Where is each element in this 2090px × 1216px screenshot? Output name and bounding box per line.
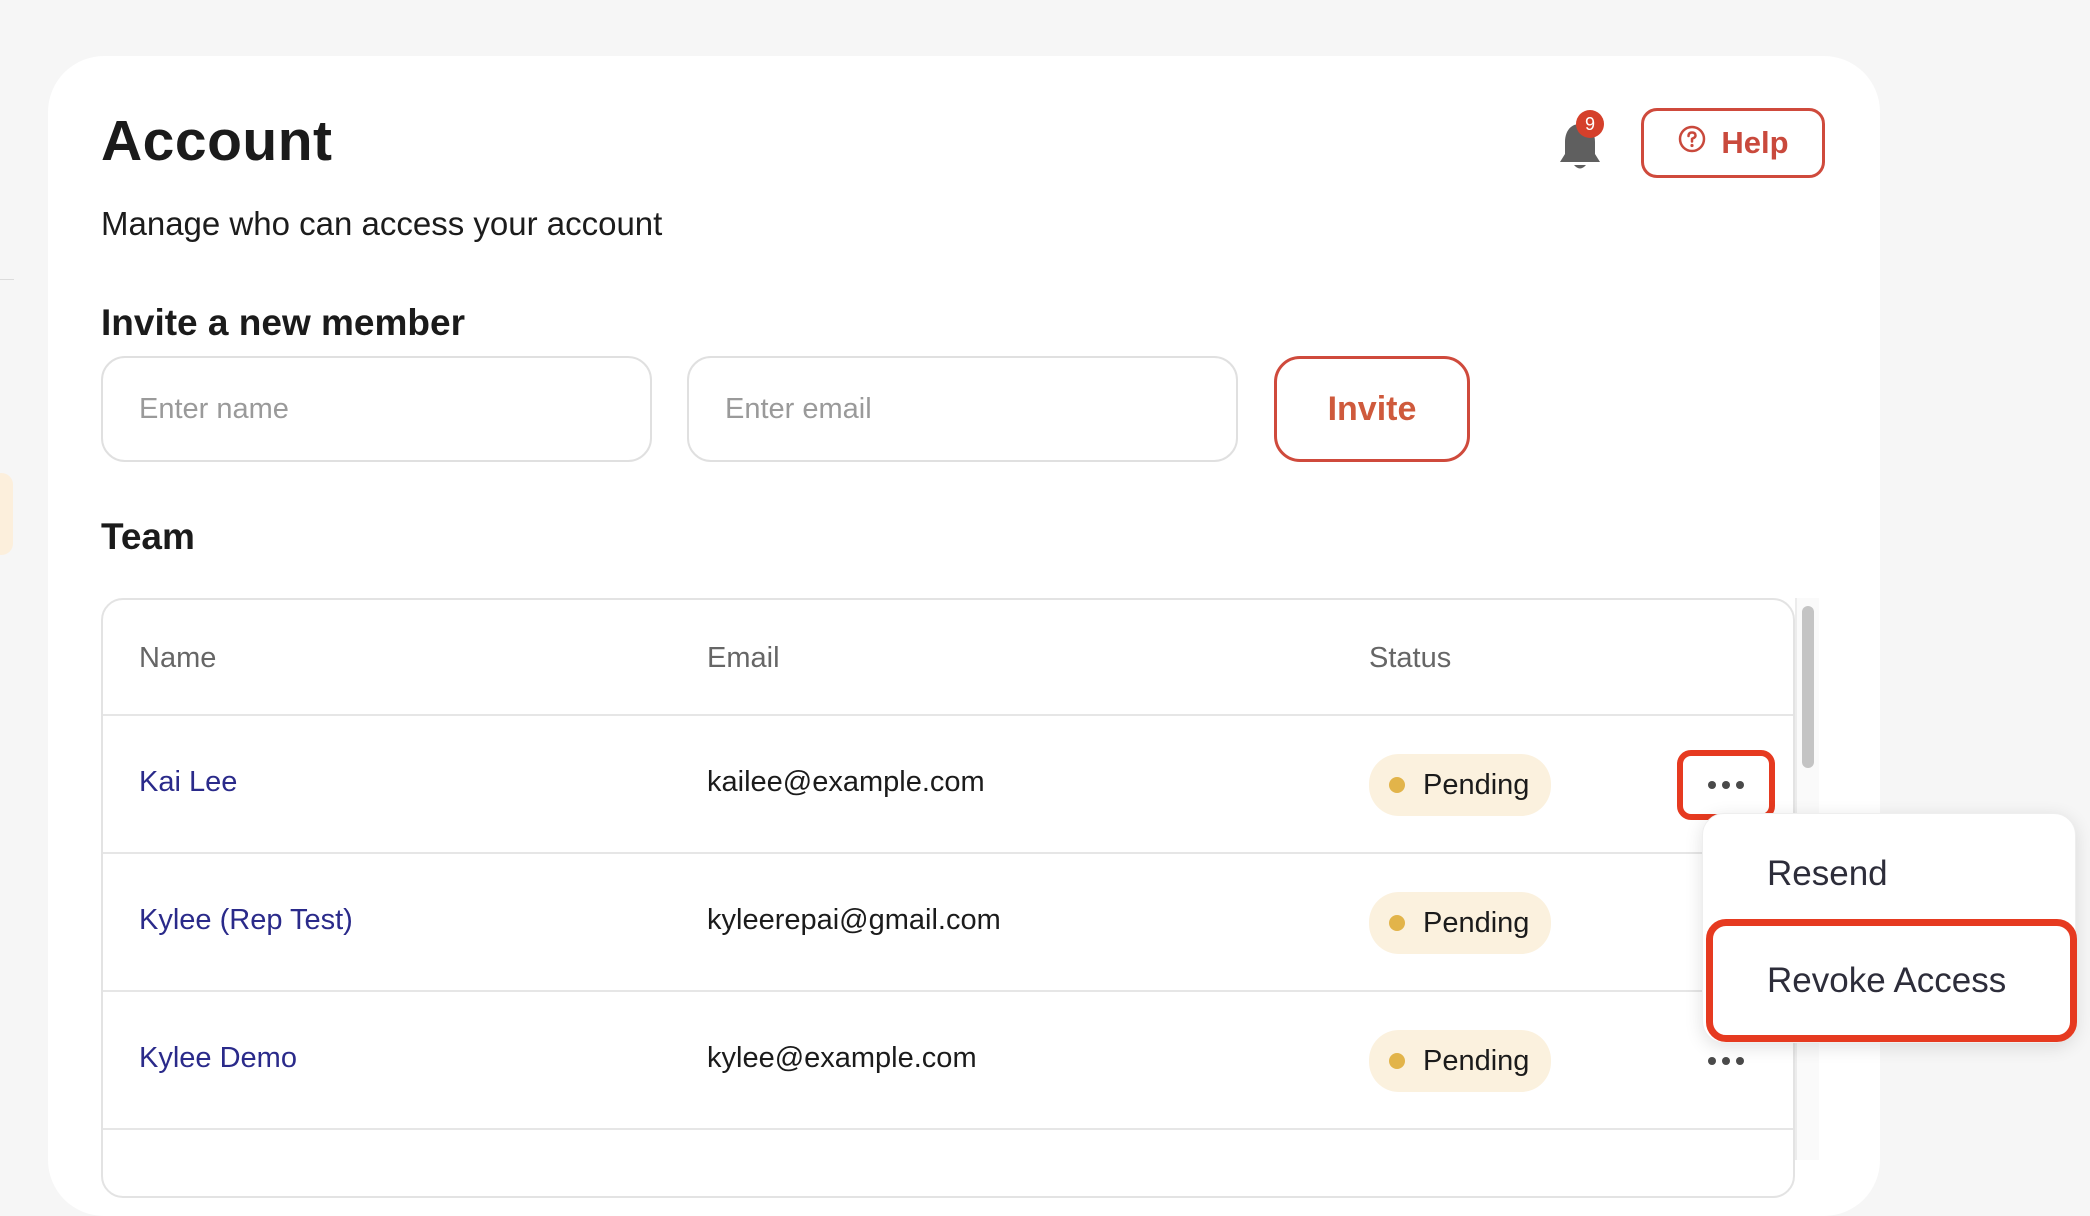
member-name-link[interactable]: Kylee (Rep Test) <box>139 904 353 937</box>
menu-item-resend[interactable]: Resend <box>1703 854 2075 894</box>
status-badge: Pending <box>1369 892 1551 954</box>
status-badge: Pending <box>1369 754 1551 816</box>
team-section-title: Team <box>101 516 195 557</box>
column-header-email: Email <box>707 642 780 674</box>
table-header: Name Email Status <box>103 600 1793 716</box>
member-name-link[interactable]: Kai Lee <box>139 766 237 799</box>
sidebar-active-indicator <box>0 473 13 555</box>
question-circle-icon <box>1677 124 1707 162</box>
column-header-status: Status <box>1369 642 1452 674</box>
member-name-link[interactable]: Kylee Demo <box>139 1042 297 1075</box>
invite-section-title: Invite a new member <box>101 302 465 343</box>
name-input[interactable] <box>101 356 652 462</box>
invite-button[interactable]: Invite <box>1274 356 1470 462</box>
page-subtitle: Manage who can access your account <box>101 205 663 242</box>
status-dot <box>1389 777 1405 793</box>
notification-badge: 9 <box>1576 110 1604 138</box>
team-table: Name Email Status Kai Lee kailee@example… <box>101 598 1795 1198</box>
member-email: kyleerepai@gmail.com <box>707 904 1001 936</box>
member-email: kailee@example.com <box>707 766 985 798</box>
status-label: Pending <box>1423 1044 1530 1077</box>
table-row: Kylee Demo kylee@example.com Pending <box>103 992 1793 1130</box>
row-actions-button[interactable] <box>1677 750 1775 820</box>
status-dot <box>1389 1053 1405 1069</box>
page-title: Account <box>101 109 333 173</box>
member-email: kylee@example.com <box>707 1042 977 1074</box>
email-input[interactable] <box>687 356 1238 462</box>
more-horizontal-icon <box>1708 781 1744 789</box>
table-scrollbar-thumb[interactable] <box>1802 606 1814 768</box>
column-header-name: Name <box>139 642 217 674</box>
status-label: Pending <box>1423 906 1530 939</box>
status-label: Pending <box>1423 768 1530 801</box>
table-row: Kylee (Rep Test) kyleerepai@gmail.com Pe… <box>103 854 1793 992</box>
menu-item-revoke-access[interactable]: Revoke Access <box>1706 919 2077 1042</box>
table-row: Kai Lee kailee@example.com Pending <box>103 716 1793 854</box>
sidebar-divider <box>0 279 14 280</box>
status-badge: Pending <box>1369 1030 1551 1092</box>
status-dot <box>1389 915 1405 931</box>
help-button[interactable]: Help <box>1641 108 1825 178</box>
help-label: Help <box>1721 125 1789 160</box>
more-horizontal-icon <box>1708 1057 1744 1065</box>
